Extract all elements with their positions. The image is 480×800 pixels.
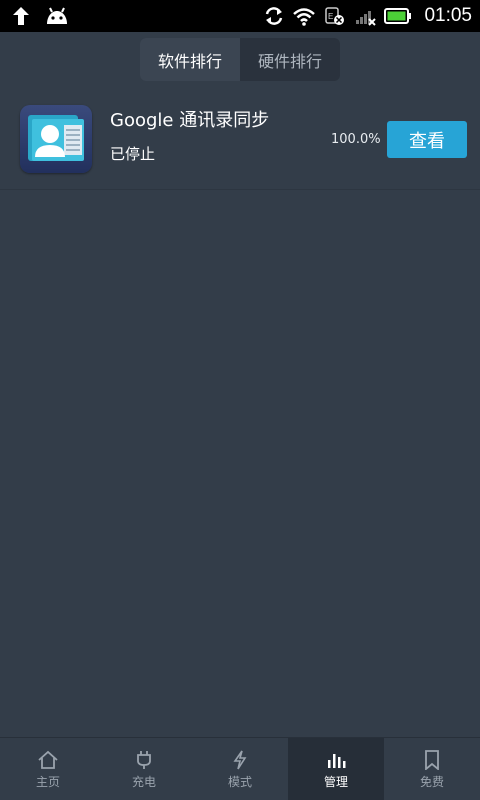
svg-text:E: E [328, 12, 333, 21]
clock: 01:05 [424, 5, 472, 26]
wifi-icon [293, 8, 316, 26]
app-name: Google 通讯录同步 [110, 110, 270, 131]
nav-item-mode[interactable]: 模式 [192, 738, 288, 800]
app-percentage: 100.0% [331, 132, 381, 147]
nav-item-home[interactable]: 主页 [0, 738, 96, 800]
nav-label-home: 主页 [35, 775, 60, 789]
app-status: 已停止 [110, 145, 156, 163]
signal-icon [356, 11, 377, 26]
status-bar-left [0, 6, 70, 26]
status-bar: E 01:05 [0, 0, 480, 32]
nav-item-free[interactable]: 免费 [384, 738, 480, 800]
bar-chart-icon [328, 754, 346, 768]
nav-label-free: 免费 [419, 775, 444, 789]
ranking-tabs: 软件排行 硬件排行 [140, 38, 340, 81]
nav-label-manage: 管理 [323, 775, 348, 789]
status-bar-right: E 01:05 [264, 5, 480, 27]
bottom-nav: 主页 充电 模式 管理 免费 [0, 737, 480, 800]
home-icon [38, 750, 58, 769]
nav-item-charge[interactable]: 充电 [96, 738, 192, 800]
upload-arrow-icon [13, 7, 29, 25]
tab-hardware-ranking[interactable]: 硬件排行 [240, 38, 340, 81]
sync-icon [266, 7, 283, 25]
nav-label-charge: 充电 [131, 775, 156, 789]
battery-icon [384, 8, 412, 24]
lightning-icon [233, 750, 247, 770]
bookmark-icon [425, 750, 439, 770]
android-icon [47, 7, 67, 24]
view-button[interactable]: 查看 [387, 121, 467, 158]
plug-icon [137, 751, 151, 769]
nav-label-mode: 模式 [227, 775, 252, 789]
nav-item-manage[interactable]: 管理 [288, 738, 384, 800]
contacts-icon [20, 105, 92, 173]
sim-icon: E [325, 7, 345, 25]
tab-software-ranking[interactable]: 软件排行 [140, 38, 240, 81]
